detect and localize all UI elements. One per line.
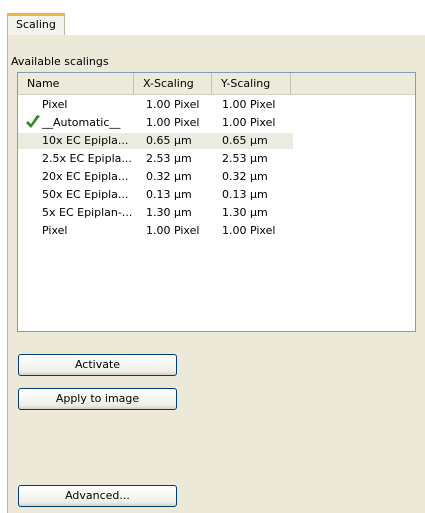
table-row[interactable]: 2.5x EC Epipla... 2.53 µm 2.53 µm (18, 151, 293, 167)
cell-name: __Automatic__ (42, 116, 121, 129)
tab-strip (7, 10, 425, 36)
column-header-x-scaling[interactable]: X-Scaling (134, 73, 212, 94)
cell-name: 5x EC Epiplan-... (42, 206, 133, 219)
cell-y-scaling: 0.65 µm (222, 134, 268, 147)
table-row[interactable]: Pixel 1.00 Pixel 1.00 Pixel (18, 223, 293, 239)
cell-name: Pixel (42, 98, 68, 111)
cell-y-scaling: 2.53 µm (222, 152, 268, 165)
activate-button[interactable]: Activate (18, 354, 177, 376)
cell-y-scaling: 1.00 Pixel (222, 116, 276, 129)
cell-name: 2.5x EC Epipla... (42, 152, 132, 165)
table-row[interactable]: __Automatic__ 1.00 Pixel 1.00 Pixel (18, 115, 293, 131)
cell-x-scaling: 0.65 µm (146, 134, 192, 147)
scalings-list[interactable]: Name X-Scaling Y-Scaling Pixel 1.00 Pixel… (17, 72, 416, 332)
cell-y-scaling: 0.13 µm (222, 188, 268, 201)
checkmark-icon (26, 115, 40, 128)
list-header: Name X-Scaling Y-Scaling (18, 73, 415, 95)
cell-y-scaling: 1.00 Pixel (222, 98, 276, 111)
table-row[interactable]: Pixel 1.00 Pixel 1.00 Pixel (18, 97, 293, 113)
cell-y-scaling: 1.30 µm (222, 206, 268, 219)
column-header-name[interactable]: Name (18, 73, 134, 94)
advanced-button[interactable]: Advanced... (18, 485, 177, 507)
apply-to-image-button[interactable]: Apply to image (18, 388, 177, 410)
cell-x-scaling: 0.32 µm (146, 170, 192, 183)
table-row[interactable]: 5x EC Epiplan-... 1.30 µm 1.30 µm (18, 205, 293, 221)
cell-y-scaling: 1.00 Pixel (222, 224, 276, 237)
cell-x-scaling: 1.00 Pixel (146, 98, 200, 111)
cell-x-scaling: 1.30 µm (146, 206, 192, 219)
cell-name: 50x EC Epipla... (42, 188, 129, 201)
available-scalings-label: Available scalings (11, 55, 109, 68)
table-row[interactable]: 20x EC Epipla... 0.32 µm 0.32 µm (18, 169, 293, 185)
cell-x-scaling: 1.00 Pixel (146, 224, 200, 237)
tab-scaling[interactable]: Scaling (7, 13, 65, 35)
cell-y-scaling: 0.32 µm (222, 170, 268, 183)
table-row[interactable]: 10x EC Epipla... 0.65 µm 0.65 µm (18, 133, 293, 149)
cell-x-scaling: 0.13 µm (146, 188, 192, 201)
cell-name: 10x EC Epipla... (42, 134, 129, 147)
cell-x-scaling: 2.53 µm (146, 152, 192, 165)
scaling-panel-window: Scaling Available scalings Name X-Scalin… (0, 0, 425, 513)
column-header-y-scaling[interactable]: Y-Scaling (212, 73, 291, 94)
cell-x-scaling: 1.00 Pixel (146, 116, 200, 129)
cell-name: 20x EC Epipla... (42, 170, 129, 183)
table-row[interactable]: 50x EC Epipla... 0.13 µm 0.13 µm (18, 187, 293, 203)
cell-name: Pixel (42, 224, 68, 237)
